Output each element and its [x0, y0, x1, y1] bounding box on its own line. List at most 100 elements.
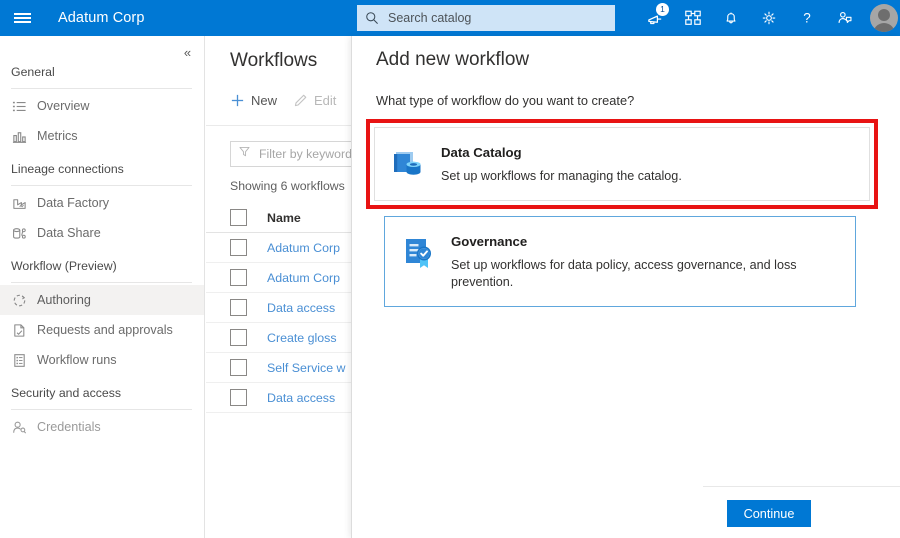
avatar-image: [870, 4, 898, 32]
settings-icon[interactable]: [750, 0, 788, 36]
bell-glyph: [722, 9, 740, 27]
row-checkbox[interactable]: [230, 269, 247, 286]
table-row[interactable]: Data access: [206, 383, 351, 413]
select-all-checkbox[interactable]: [230, 209, 247, 226]
workflow-count-text: Showing 6 workflows: [230, 179, 351, 193]
sidebar-group-heading-general: General: [0, 62, 204, 82]
sidebar-item-data-factory[interactable]: Data Factory: [0, 188, 204, 218]
option-card-governance[interactable]: Governance Set up workflows for data pol…: [384, 216, 856, 307]
column-header-name: Name: [267, 211, 301, 225]
table-row[interactable]: Adatum Corp: [206, 233, 351, 263]
workflow-name-link[interactable]: Self Service w: [267, 361, 346, 375]
sidebar-item-label: Overview: [37, 99, 89, 113]
table-row[interactable]: Adatum Corp: [206, 263, 351, 293]
plus-icon: [230, 93, 245, 108]
list-icon: [11, 98, 28, 115]
search-catalog-box[interactable]: [357, 5, 615, 31]
bar-chart-icon: [11, 128, 28, 145]
option-card-data-catalog[interactable]: Data Catalog Set up workflows for managi…: [374, 127, 870, 201]
divider: [11, 409, 192, 410]
collapse-sidebar-button[interactable]: «: [176, 42, 198, 62]
divider: [11, 282, 192, 283]
option-title: Governance: [451, 234, 837, 249]
table-row[interactable]: Self Service w: [206, 353, 351, 383]
divider: [11, 185, 192, 186]
credentials-icon: [11, 419, 28, 436]
divider: [206, 125, 351, 126]
workflow-name-link[interactable]: Data access: [267, 391, 335, 405]
row-checkbox[interactable]: [230, 299, 247, 316]
sidebar-item-overview[interactable]: Overview: [0, 91, 204, 121]
page-title: Workflows: [206, 36, 351, 72]
workflow-name-link[interactable]: Create gloss: [267, 331, 337, 345]
sidebar-item-credentials[interactable]: Credentials: [0, 412, 204, 442]
sidebar-group-heading-lineage: Lineage connections: [0, 159, 204, 179]
sidebar-item-requests-and-approvals[interactable]: Requests and approvals: [0, 315, 204, 345]
sidebar-item-authoring[interactable]: Authoring: [0, 285, 204, 315]
workflow-name-link[interactable]: Adatum Corp: [267, 241, 340, 255]
question-mark-glyph: ?: [798, 9, 816, 27]
hamburger-menu-icon[interactable]: [0, 0, 44, 36]
document-check-icon: [11, 322, 28, 339]
sidebar-item-metrics[interactable]: Metrics: [0, 121, 204, 151]
divider: [11, 88, 192, 89]
help-icon[interactable]: ?: [788, 0, 826, 36]
table-row[interactable]: Data access: [206, 293, 351, 323]
table-row[interactable]: Create gloss: [206, 323, 351, 353]
brand-title[interactable]: Adatum Corp: [58, 10, 145, 26]
option-text: Governance Set up workflows for data pol…: [451, 233, 837, 290]
option-card-governance-wrap: Governance Set up workflows for data pol…: [366, 216, 878, 307]
header-icon-tray: 1: [636, 0, 900, 36]
option-description: Set up workflows for data policy, access…: [451, 257, 837, 290]
dialog-footer: Continue Cancel: [703, 486, 900, 538]
workflow-name-link[interactable]: Adatum Corp: [267, 271, 340, 285]
filter-keyword-box[interactable]: [230, 141, 351, 167]
data-catalog-icon: [391, 146, 427, 182]
sidebar-item-label: Credentials: [37, 420, 101, 434]
left-sidebar: « General Overview Metric: [0, 36, 205, 538]
hamburger-bar: [14, 21, 31, 23]
edit-workflow-button[interactable]: Edit: [293, 93, 336, 108]
sidebar-item-label: Requests and approvals: [37, 323, 173, 337]
workspaces-icon[interactable]: [674, 0, 712, 36]
hamburger-bar: [14, 17, 31, 19]
row-checkbox[interactable]: [230, 239, 247, 256]
data-share-icon: [11, 225, 28, 242]
command-label: Edit: [314, 93, 336, 108]
notification-badge-count: 1: [656, 3, 669, 16]
new-workflow-button[interactable]: New: [230, 93, 277, 108]
row-checkbox[interactable]: [230, 359, 247, 376]
option-text: Data Catalog Set up workflows for managi…: [441, 144, 682, 184]
continue-button[interactable]: Continue: [727, 500, 811, 527]
feedback-icon[interactable]: [826, 0, 864, 36]
sidebar-item-label: Data Factory: [37, 196, 109, 210]
option-title: Data Catalog: [441, 145, 682, 160]
workflow-name-link[interactable]: Data access: [267, 301, 335, 315]
command-bar: New Edit: [206, 85, 351, 115]
pencil-icon: [293, 93, 308, 108]
person-feedback-glyph: [836, 9, 854, 27]
dialog-question: What type of workflow do you want to cre…: [352, 71, 900, 108]
search-icon: [365, 11, 379, 25]
sidebar-group-heading-security: Security and access: [0, 383, 204, 403]
search-input[interactable]: [386, 10, 607, 26]
checklist-icon: [11, 352, 28, 369]
row-checkbox[interactable]: [230, 329, 247, 346]
sidebar-item-data-share[interactable]: Data Share: [0, 218, 204, 248]
table-header-row: Name: [206, 203, 351, 233]
sidebar-item-workflow-runs[interactable]: Workflow runs: [0, 345, 204, 375]
row-checkbox[interactable]: [230, 389, 247, 406]
svg-text:?: ?: [803, 11, 811, 26]
top-header-bar: Adatum Corp 1: [0, 0, 900, 36]
dialog-title: Add new workflow: [352, 36, 900, 71]
filter-input[interactable]: [257, 146, 351, 162]
gear-glyph: [760, 9, 778, 27]
workflow-type-options: Data Catalog Set up workflows for managi…: [352, 108, 900, 307]
avatar[interactable]: [864, 0, 900, 36]
highlight-annotation-box: Data Catalog Set up workflows for managi…: [366, 119, 878, 209]
notifications-icon[interactable]: [712, 0, 750, 36]
governance-icon: [401, 235, 437, 271]
sidebar-group-heading-workflow: Workflow (Preview): [0, 256, 204, 276]
announcements-icon[interactable]: 1: [636, 0, 674, 36]
workflows-list-panel: Workflows New Edit: [206, 36, 351, 538]
